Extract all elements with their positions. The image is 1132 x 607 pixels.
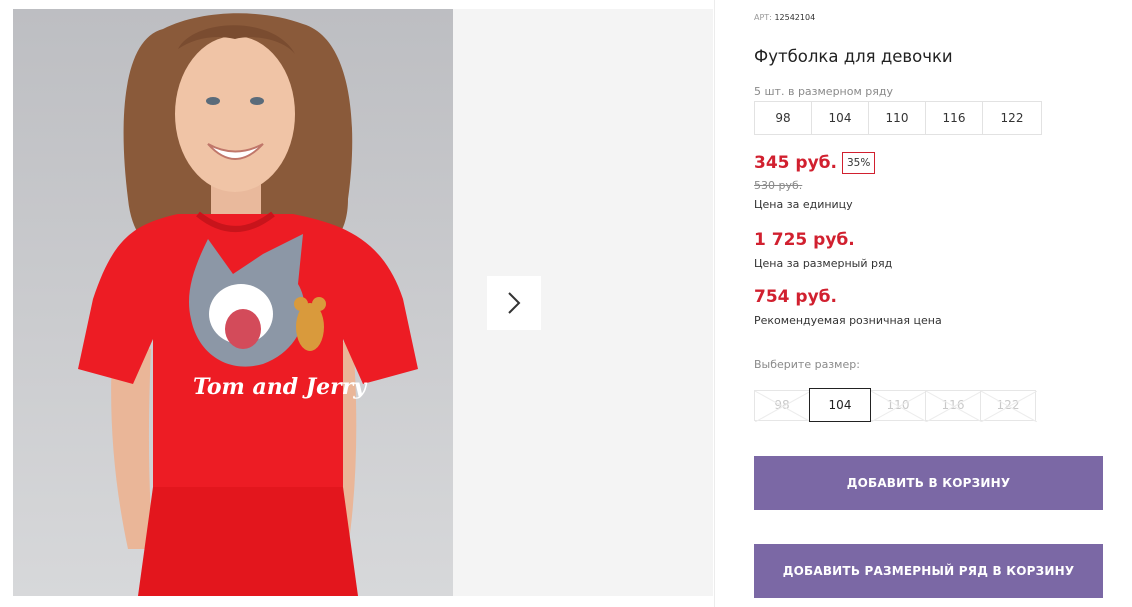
pack-price-caption: Цена за размерный ряд <box>754 257 893 270</box>
article-value: 12542104 <box>774 13 816 22</box>
size-option-122[interactable]: 122 <box>980 389 1037 422</box>
size-option-label: 104 <box>828 398 852 412</box>
product-gallery: Tom and Jerry <box>13 9 713 596</box>
unavailable-cross-icon <box>755 390 811 422</box>
pack-size-cell: 122 <box>1000 111 1024 125</box>
add-pack-to-cart-button[interactable]: ДОБАВИТЬ РАЗМЕРНЫЙ РЯД В КОРЗИНУ <box>754 544 1103 598</box>
product-photo[interactable]: Tom and Jerry <box>13 9 453 596</box>
chevron-right-icon <box>508 292 521 314</box>
retail-price: 754 руб. <box>754 287 837 307</box>
add-to-cart-button[interactable]: ДОБАВИТЬ В КОРЗИНУ <box>754 456 1103 510</box>
pack-size-cell: 110 <box>869 102 926 134</box>
unit-price-caption: Цена за единицу <box>754 198 853 211</box>
shirt-print-text: Tom and Jerry <box>193 374 368 400</box>
unit-price: 345 руб. <box>754 153 837 173</box>
article-label: АРТ: <box>754 13 772 22</box>
size-option-110[interactable]: 110 <box>870 389 927 422</box>
pack-note: 5 шт. в размерном ряду <box>754 85 893 98</box>
size-picker-label: Выберите размер: <box>754 358 860 371</box>
unit-price-row: 345 руб. 35% <box>754 152 876 174</box>
old-price: 530 руб. <box>754 179 803 192</box>
unavailable-cross-icon <box>926 390 982 422</box>
pack-size-grid: 98 104 110 116 122 <box>754 101 1042 135</box>
column-divider <box>714 0 715 607</box>
unavailable-cross-icon <box>871 390 927 422</box>
retail-price-caption: Рекомендуемая розничная цена <box>754 314 942 327</box>
pack-size-cell: 98 <box>755 102 812 134</box>
size-option-104[interactable]: 104 <box>809 388 871 422</box>
product-photo-illustration: Tom and Jerry <box>13 9 453 596</box>
pack-size-cell: 104 <box>812 102 869 134</box>
size-option-116[interactable]: 116 <box>925 389 982 422</box>
pack-size-cell: 116 <box>926 102 983 134</box>
size-option-98[interactable]: 98 <box>754 389 811 422</box>
product-title: Футболка для девочки <box>754 47 953 66</box>
article-number: АРТ: 12542104 <box>754 13 815 22</box>
discount-badge: 35% <box>841 152 876 174</box>
pack-price: 1 725 руб. <box>754 230 855 250</box>
unavailable-cross-icon <box>981 390 1037 422</box>
gallery-next-button[interactable] <box>487 276 541 330</box>
size-picker: 98 104 110 116 122 <box>754 388 1037 422</box>
